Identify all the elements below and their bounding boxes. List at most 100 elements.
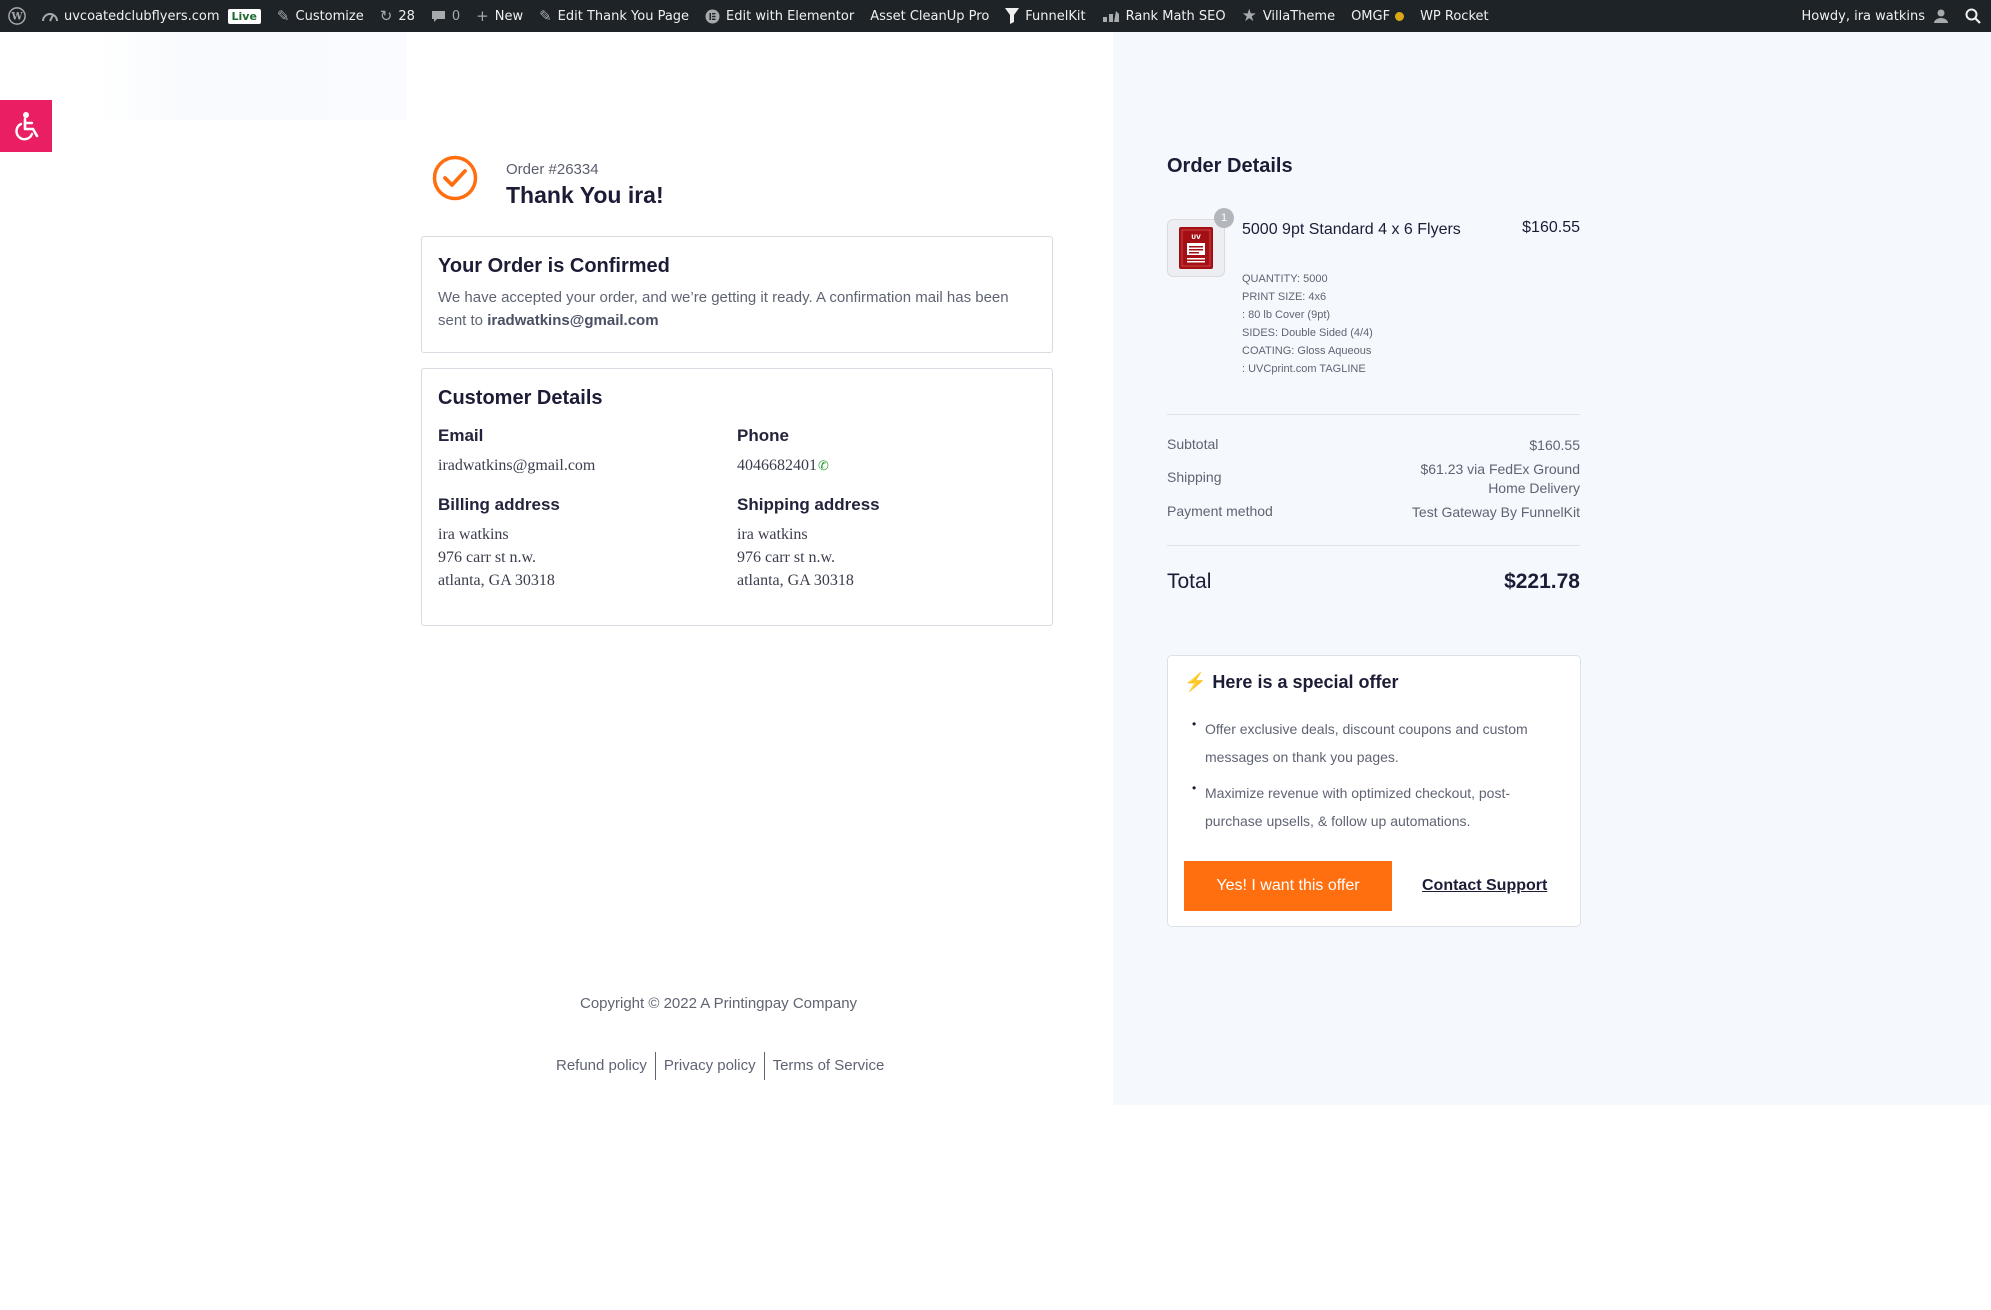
- flyer-product-icon: UV: [1179, 227, 1213, 269]
- terms-of-service-link[interactable]: Terms of Service: [763, 1052, 893, 1080]
- meta-coating: COATING: Gloss Aqueous: [1242, 345, 1372, 357]
- payment-method-label: Payment method: [1167, 503, 1273, 519]
- updates-icon: ↻: [379, 6, 393, 25]
- refund-policy-link[interactable]: Refund policy: [552, 1052, 655, 1080]
- thumb-text: UV: [1191, 234, 1201, 241]
- customer-details-card: Customer Details Email iradwatkins@gmail…: [421, 368, 1053, 626]
- rank-math-icon: [1102, 9, 1120, 23]
- contact-support-link[interactable]: Contact Support: [1422, 877, 1547, 895]
- order-summary-panel: [1113, 32, 1991, 1105]
- customize-label: Customize: [295, 8, 364, 24]
- comment-icon: [431, 9, 446, 23]
- phone-value: 4046682401: [737, 457, 817, 474]
- thank-you-title: Thank You ira!: [506, 182, 664, 208]
- shipping-name: ira watkins: [737, 526, 808, 543]
- live-badge: Live: [227, 8, 261, 24]
- shipping-address-label: Shipping address: [737, 495, 880, 514]
- pencil-icon: ✎: [539, 6, 552, 25]
- rank-math-label: Rank Math SEO: [1125, 8, 1226, 24]
- shipping-street: 976 carr st n.w.: [737, 549, 836, 566]
- billing-street: 976 carr st n.w.: [438, 549, 537, 566]
- total-label: Total: [1167, 570, 1212, 593]
- offer-bullet: Maximize revenue with optimized checkout…: [1184, 774, 1564, 835]
- email-value: iradwatkins@gmail.com: [438, 457, 596, 474]
- meta-paper: : 80 lb Cover (9pt): [1242, 309, 1331, 321]
- elementor-link[interactable]: Edit with Elementor: [697, 0, 862, 32]
- brush-icon: ✎: [276, 6, 290, 25]
- customer-details-title: Customer Details: [438, 387, 603, 409]
- omgf-link[interactable]: OMGF: [1343, 0, 1412, 32]
- subtotal-value: $160.55: [1529, 437, 1580, 453]
- subtotal-row: Subtotal $160.55: [1167, 436, 1580, 455]
- user-avatar-icon: [1933, 8, 1949, 24]
- account-link[interactable]: Howdy, ira watkins: [1794, 0, 1957, 32]
- confirmation-message: We have accepted your order, and we’re g…: [438, 286, 1036, 332]
- svg-text:W: W: [10, 12, 23, 23]
- offer-bullet: Offer exclusive deals, discount coupons …: [1184, 710, 1564, 771]
- wordpress-logo-icon[interactable]: W: [0, 0, 34, 32]
- summary-divider-bottom: [1167, 545, 1580, 546]
- updates-link[interactable]: ↻ 28: [372, 0, 423, 32]
- email-label: Email: [438, 426, 484, 445]
- shipping-value: $61.23 via FedEx Ground Home Delivery: [1420, 460, 1580, 498]
- special-offer-heading: ⚡ Here is a special offer: [1184, 672, 1564, 693]
- footer-links: Refund policy Privacy policy Terms of Se…: [552, 1052, 892, 1080]
- copyright-text: Copyright © 2022 A Printingpay Company: [580, 995, 858, 1012]
- villatheme-label: VillaTheme: [1262, 8, 1336, 24]
- product-price: $160.55: [1522, 219, 1580, 236]
- meta-sides: SIDES: Double Sided (4/4): [1242, 327, 1373, 339]
- villatheme-link[interactable]: ★ VillaTheme: [1234, 0, 1344, 32]
- check-circle-icon: [432, 155, 478, 201]
- accessibility-button[interactable]: [0, 100, 52, 152]
- order-confirmed-card: Your Order is Confirmed We have accepted…: [421, 236, 1053, 353]
- status-dot-icon: [1395, 11, 1405, 21]
- product-name: 5000 9pt Standard 4 x 6 Flyers: [1242, 221, 1461, 238]
- customize-link[interactable]: ✎ Customize: [269, 0, 372, 32]
- privacy-policy-link[interactable]: Privacy policy: [654, 1052, 764, 1080]
- admin-search-button[interactable]: [1957, 0, 1991, 32]
- star-icon: ★: [1241, 5, 1257, 26]
- site-name-label: uvcoatedclubflyers.com: [64, 8, 220, 24]
- payment-method-row: Payment method Test Gateway By FunnelKit: [1167, 503, 1580, 522]
- phone-label: Phone: [737, 426, 789, 445]
- phone-icon[interactable]: ✆: [818, 458, 829, 473]
- special-offer-title: Here is a special offer: [1212, 672, 1399, 692]
- accept-offer-button[interactable]: Yes! I want this offer: [1184, 861, 1392, 911]
- new-content-link[interactable]: + New: [468, 0, 531, 32]
- shipping-label: Shipping: [1167, 469, 1222, 485]
- dashboard-icon: [42, 9, 58, 23]
- elementor-icon: [705, 9, 720, 24]
- site-name-link[interactable]: uvcoatedclubflyers.com Live: [34, 0, 269, 32]
- funnelkit-link[interactable]: FunnelKit: [997, 0, 1093, 32]
- wp-rocket-link[interactable]: WP Rocket: [1412, 0, 1497, 32]
- howdy-label: Howdy, ira watkins: [1801, 8, 1925, 24]
- quantity-badge: 1: [1214, 208, 1234, 228]
- omgf-label: OMGF: [1351, 8, 1391, 24]
- edit-page-link[interactable]: ✎ Edit Thank You Page: [531, 0, 697, 32]
- special-offer-card: ⚡ Here is a special offer Offer exclusiv…: [1167, 655, 1581, 927]
- meta-quantity: QUANTITY: 5000: [1242, 273, 1328, 285]
- comments-link[interactable]: 0: [423, 0, 468, 32]
- wp-rocket-label: WP Rocket: [1420, 8, 1489, 24]
- site-logo-area: [95, 32, 407, 120]
- billing-address-label: Billing address: [438, 495, 560, 514]
- billing-city: atlanta, GA 30318: [438, 572, 555, 589]
- total-value: $221.78: [1504, 570, 1580, 593]
- search-icon: [1965, 8, 1981, 24]
- meta-print-size: PRINT SIZE: 4x6: [1242, 291, 1327, 303]
- order-details-title: Order Details: [1167, 155, 1293, 177]
- asset-cleanup-link[interactable]: Asset CleanUp Pro: [862, 0, 997, 32]
- updates-count: 28: [398, 8, 415, 24]
- total-row: Total $221.78: [1167, 570, 1580, 594]
- billing-address: ira watkins 976 carr st n.w. atlanta, GA…: [438, 523, 737, 592]
- meta-tagline: : UVCprint.com TAGLINE: [1242, 363, 1366, 375]
- rank-math-link[interactable]: Rank Math SEO: [1094, 0, 1234, 32]
- comments-count: 0: [451, 8, 461, 24]
- subtotal-label: Subtotal: [1167, 436, 1219, 452]
- plus-icon: +: [476, 6, 489, 25]
- billing-name: ira watkins: [438, 526, 509, 543]
- asset-cleanup-label: Asset CleanUp Pro: [870, 8, 990, 24]
- funnelkit-label: FunnelKit: [1025, 8, 1086, 24]
- shipping-address: ira watkins 976 carr st n.w. atlanta, GA…: [737, 523, 1036, 592]
- offer-bullet-list: Offer exclusive deals, discount coupons …: [1184, 710, 1564, 835]
